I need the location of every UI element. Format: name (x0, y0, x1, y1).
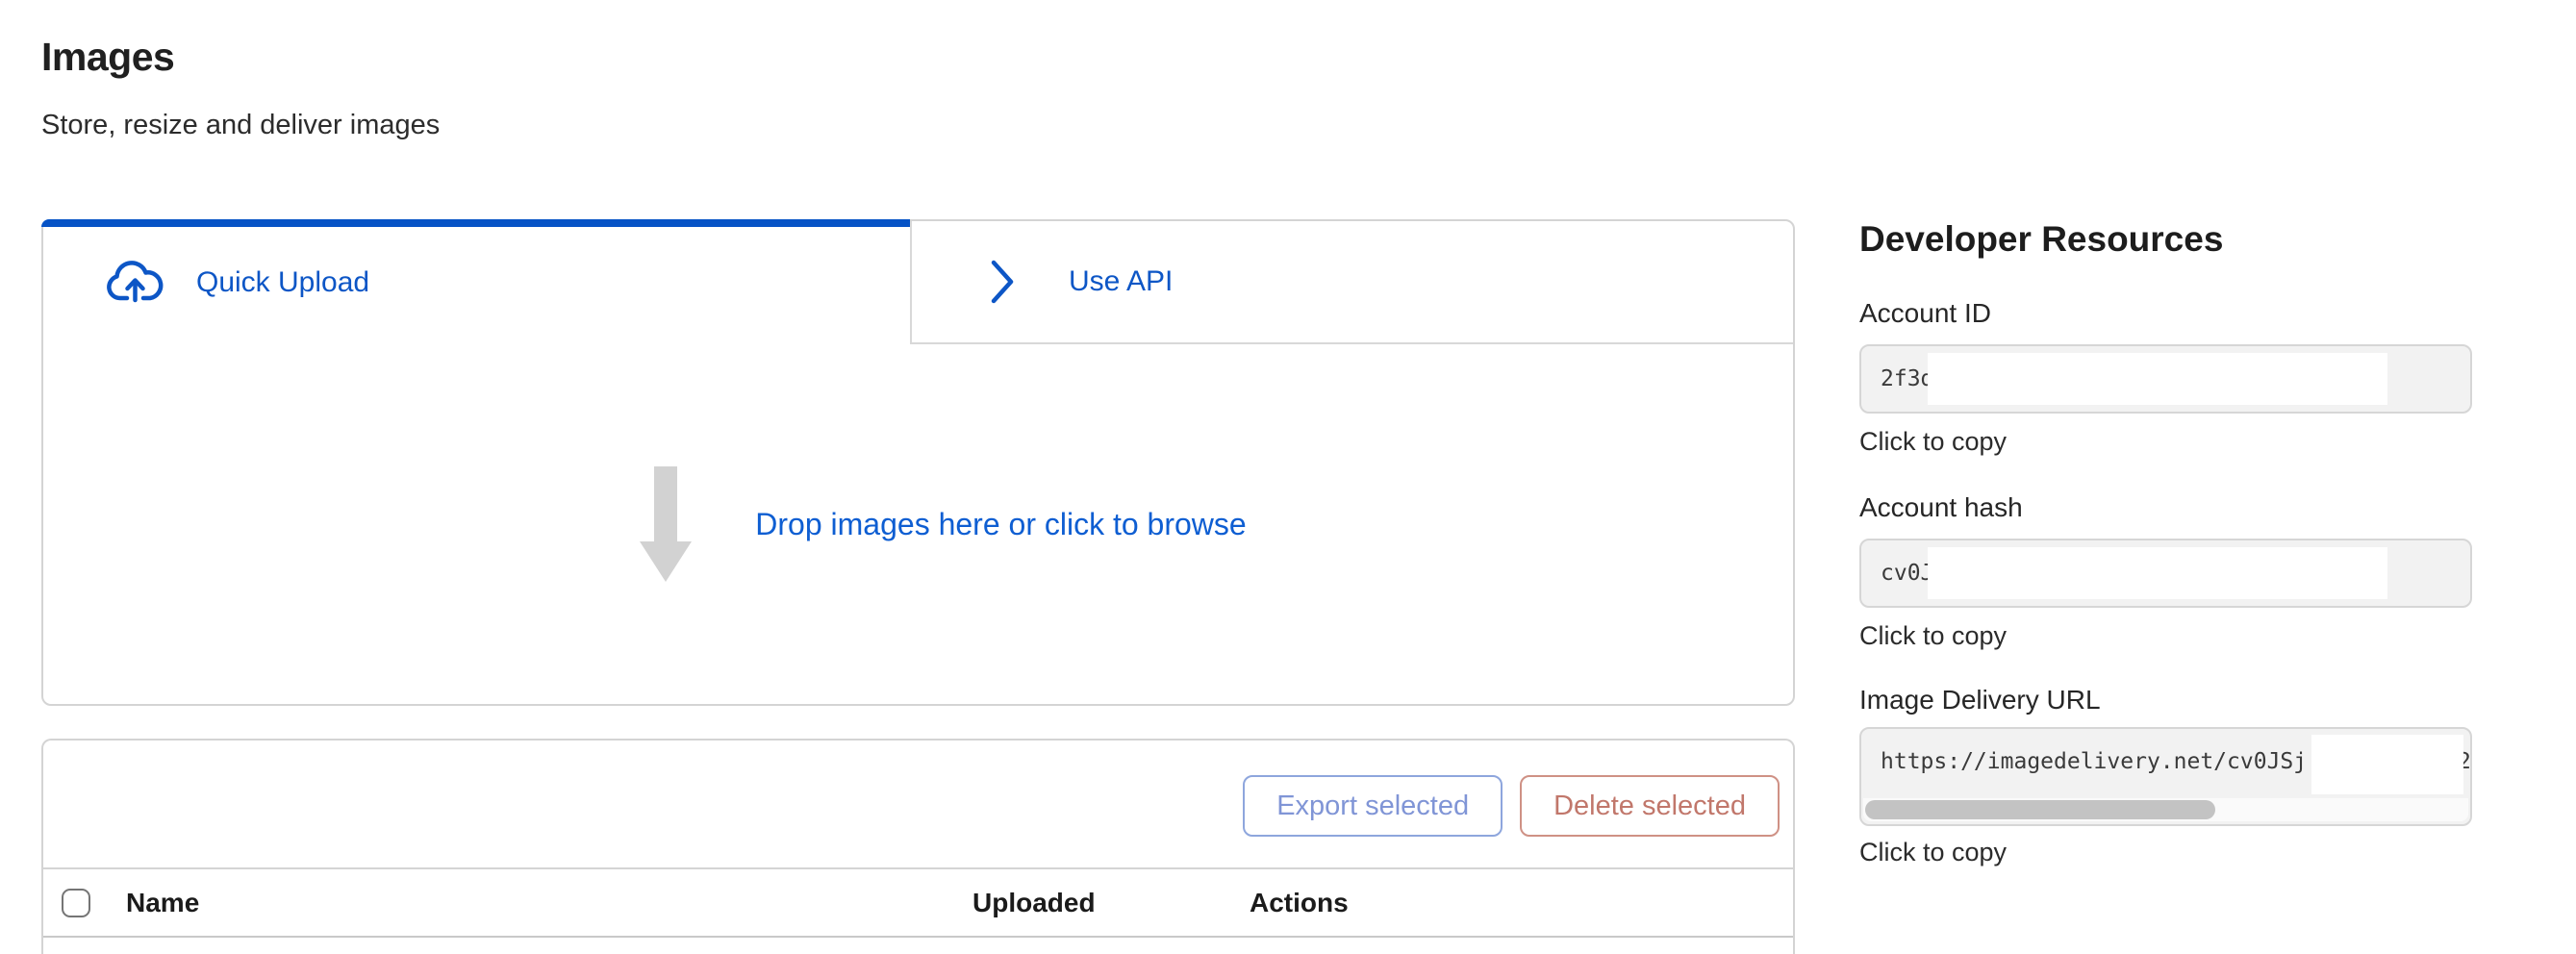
account-id-field[interactable]: 2f3d (1859, 344, 2472, 414)
tab-use-api-label: Use API (1069, 265, 1173, 298)
column-header-uploaded: Uploaded (972, 888, 1096, 918)
image-delivery-url-value: https://imagedelivery.net/cv0JSj (1881, 749, 2307, 774)
image-delivery-url-label: Image Delivery URL (1859, 685, 2101, 716)
account-id-label: Account ID (1859, 298, 1991, 329)
library-toolbar: Export selected Delete selected (43, 741, 1793, 869)
tab-quick-upload[interactable]: Quick Upload (43, 221, 910, 344)
redaction-mask (1928, 353, 2387, 405)
page-title: Images (41, 35, 174, 80)
dropzone-text: Drop images here or click to browse (755, 507, 1246, 542)
export-selected-button[interactable]: Export selected (1243, 775, 1503, 837)
redaction-mask (1928, 547, 2387, 599)
image-delivery-url-field[interactable]: https://imagedelivery.net/cv0JSj 2 (1859, 727, 2472, 826)
redaction-mask (2311, 735, 2463, 794)
select-all-checkbox[interactable] (62, 889, 90, 917)
account-id-value: 2f3d (1881, 366, 1933, 391)
upload-card: Quick Upload Use API Drop images here or… (41, 219, 1795, 706)
account-hash-field[interactable]: cv0J (1859, 539, 2472, 608)
cloud-upload-icon (106, 261, 164, 305)
column-header-name: Name (126, 888, 199, 918)
upload-tabs: Quick Upload Use API (43, 221, 1793, 344)
down-arrow-icon (640, 466, 692, 582)
tab-use-api[interactable]: Use API (910, 221, 1793, 344)
tab-quick-upload-label: Quick Upload (196, 266, 369, 299)
account-hash-value: cv0J (1881, 561, 1933, 586)
delete-selected-button[interactable]: Delete selected (1520, 775, 1780, 837)
image-delivery-url-copy-hint: Click to copy (1859, 838, 2007, 867)
image-dropzone[interactable]: Drop images here or click to browse (68, 344, 1818, 704)
account-hash-copy-hint: Click to copy (1859, 621, 2007, 651)
column-header-actions: Actions (1250, 888, 1349, 918)
account-hash-label: Account hash (1859, 492, 2023, 523)
account-id-copy-hint: Click to copy (1859, 427, 2007, 457)
chevron-right-icon (989, 258, 1016, 306)
image-library-card: Export selected Delete selected Name Upl… (41, 739, 1795, 954)
developer-resources-title: Developer Resources (1859, 219, 2223, 260)
active-tab-indicator (41, 219, 910, 227)
images-page: Images Store, resize and deliver images … (0, 0, 2576, 954)
page-subtitle: Store, resize and deliver images (41, 110, 440, 141)
table-header-row: Name Uploaded Actions (43, 869, 1793, 938)
horizontal-scrollbar-thumb[interactable] (1865, 800, 2215, 819)
